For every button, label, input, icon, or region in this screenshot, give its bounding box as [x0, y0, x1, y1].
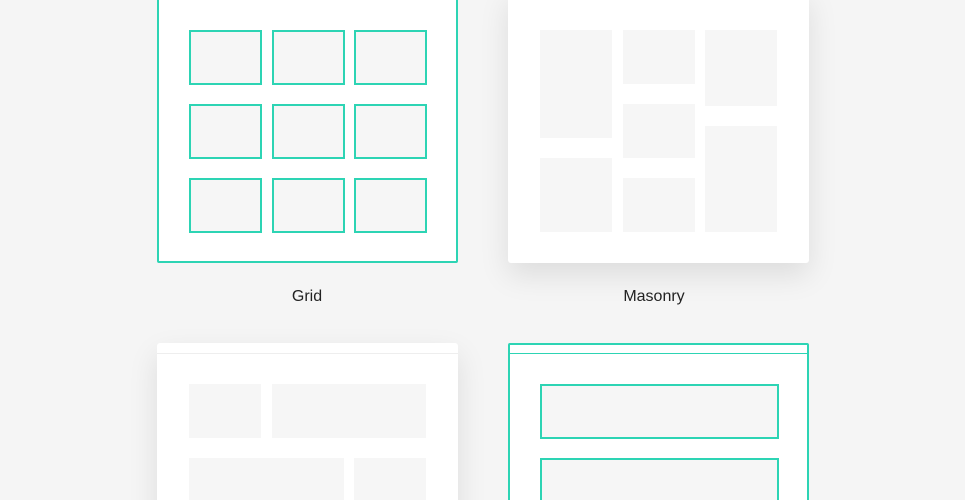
grid-layout-card[interactable]	[157, 0, 458, 263]
list-cell	[540, 384, 779, 439]
card-header-divider	[157, 353, 458, 354]
masonry-cell	[540, 158, 612, 232]
masonry-cell	[705, 126, 777, 232]
mixed-cell	[354, 458, 426, 500]
grid-cell	[189, 104, 262, 159]
mixed-cell	[189, 458, 344, 500]
grid-cell	[354, 30, 427, 85]
masonry-layout-card[interactable]	[508, 0, 809, 263]
card-header-divider	[510, 353, 807, 354]
grid-cell	[354, 178, 427, 233]
list-layout-card[interactable]	[508, 343, 809, 500]
grid-cell	[189, 30, 262, 85]
masonry-cell	[540, 30, 612, 138]
grid-layout-label[interactable]: Grid	[157, 288, 457, 306]
masonry-layout-label[interactable]: Masonry	[504, 288, 804, 306]
grid-cell	[272, 104, 345, 159]
mixed-cell	[189, 384, 261, 438]
grid-cell	[354, 104, 427, 159]
mixed-rows-layout-card[interactable]	[157, 343, 458, 500]
masonry-cell	[623, 104, 695, 158]
masonry-cell	[623, 178, 695, 232]
mixed-cell	[272, 384, 426, 438]
grid-cell	[272, 30, 345, 85]
grid-cell	[272, 178, 345, 233]
grid-cell	[189, 178, 262, 233]
list-cell	[540, 458, 779, 500]
layout-picker: Grid Masonry	[0, 0, 965, 500]
masonry-cell	[705, 30, 777, 106]
masonry-cell	[623, 30, 695, 84]
